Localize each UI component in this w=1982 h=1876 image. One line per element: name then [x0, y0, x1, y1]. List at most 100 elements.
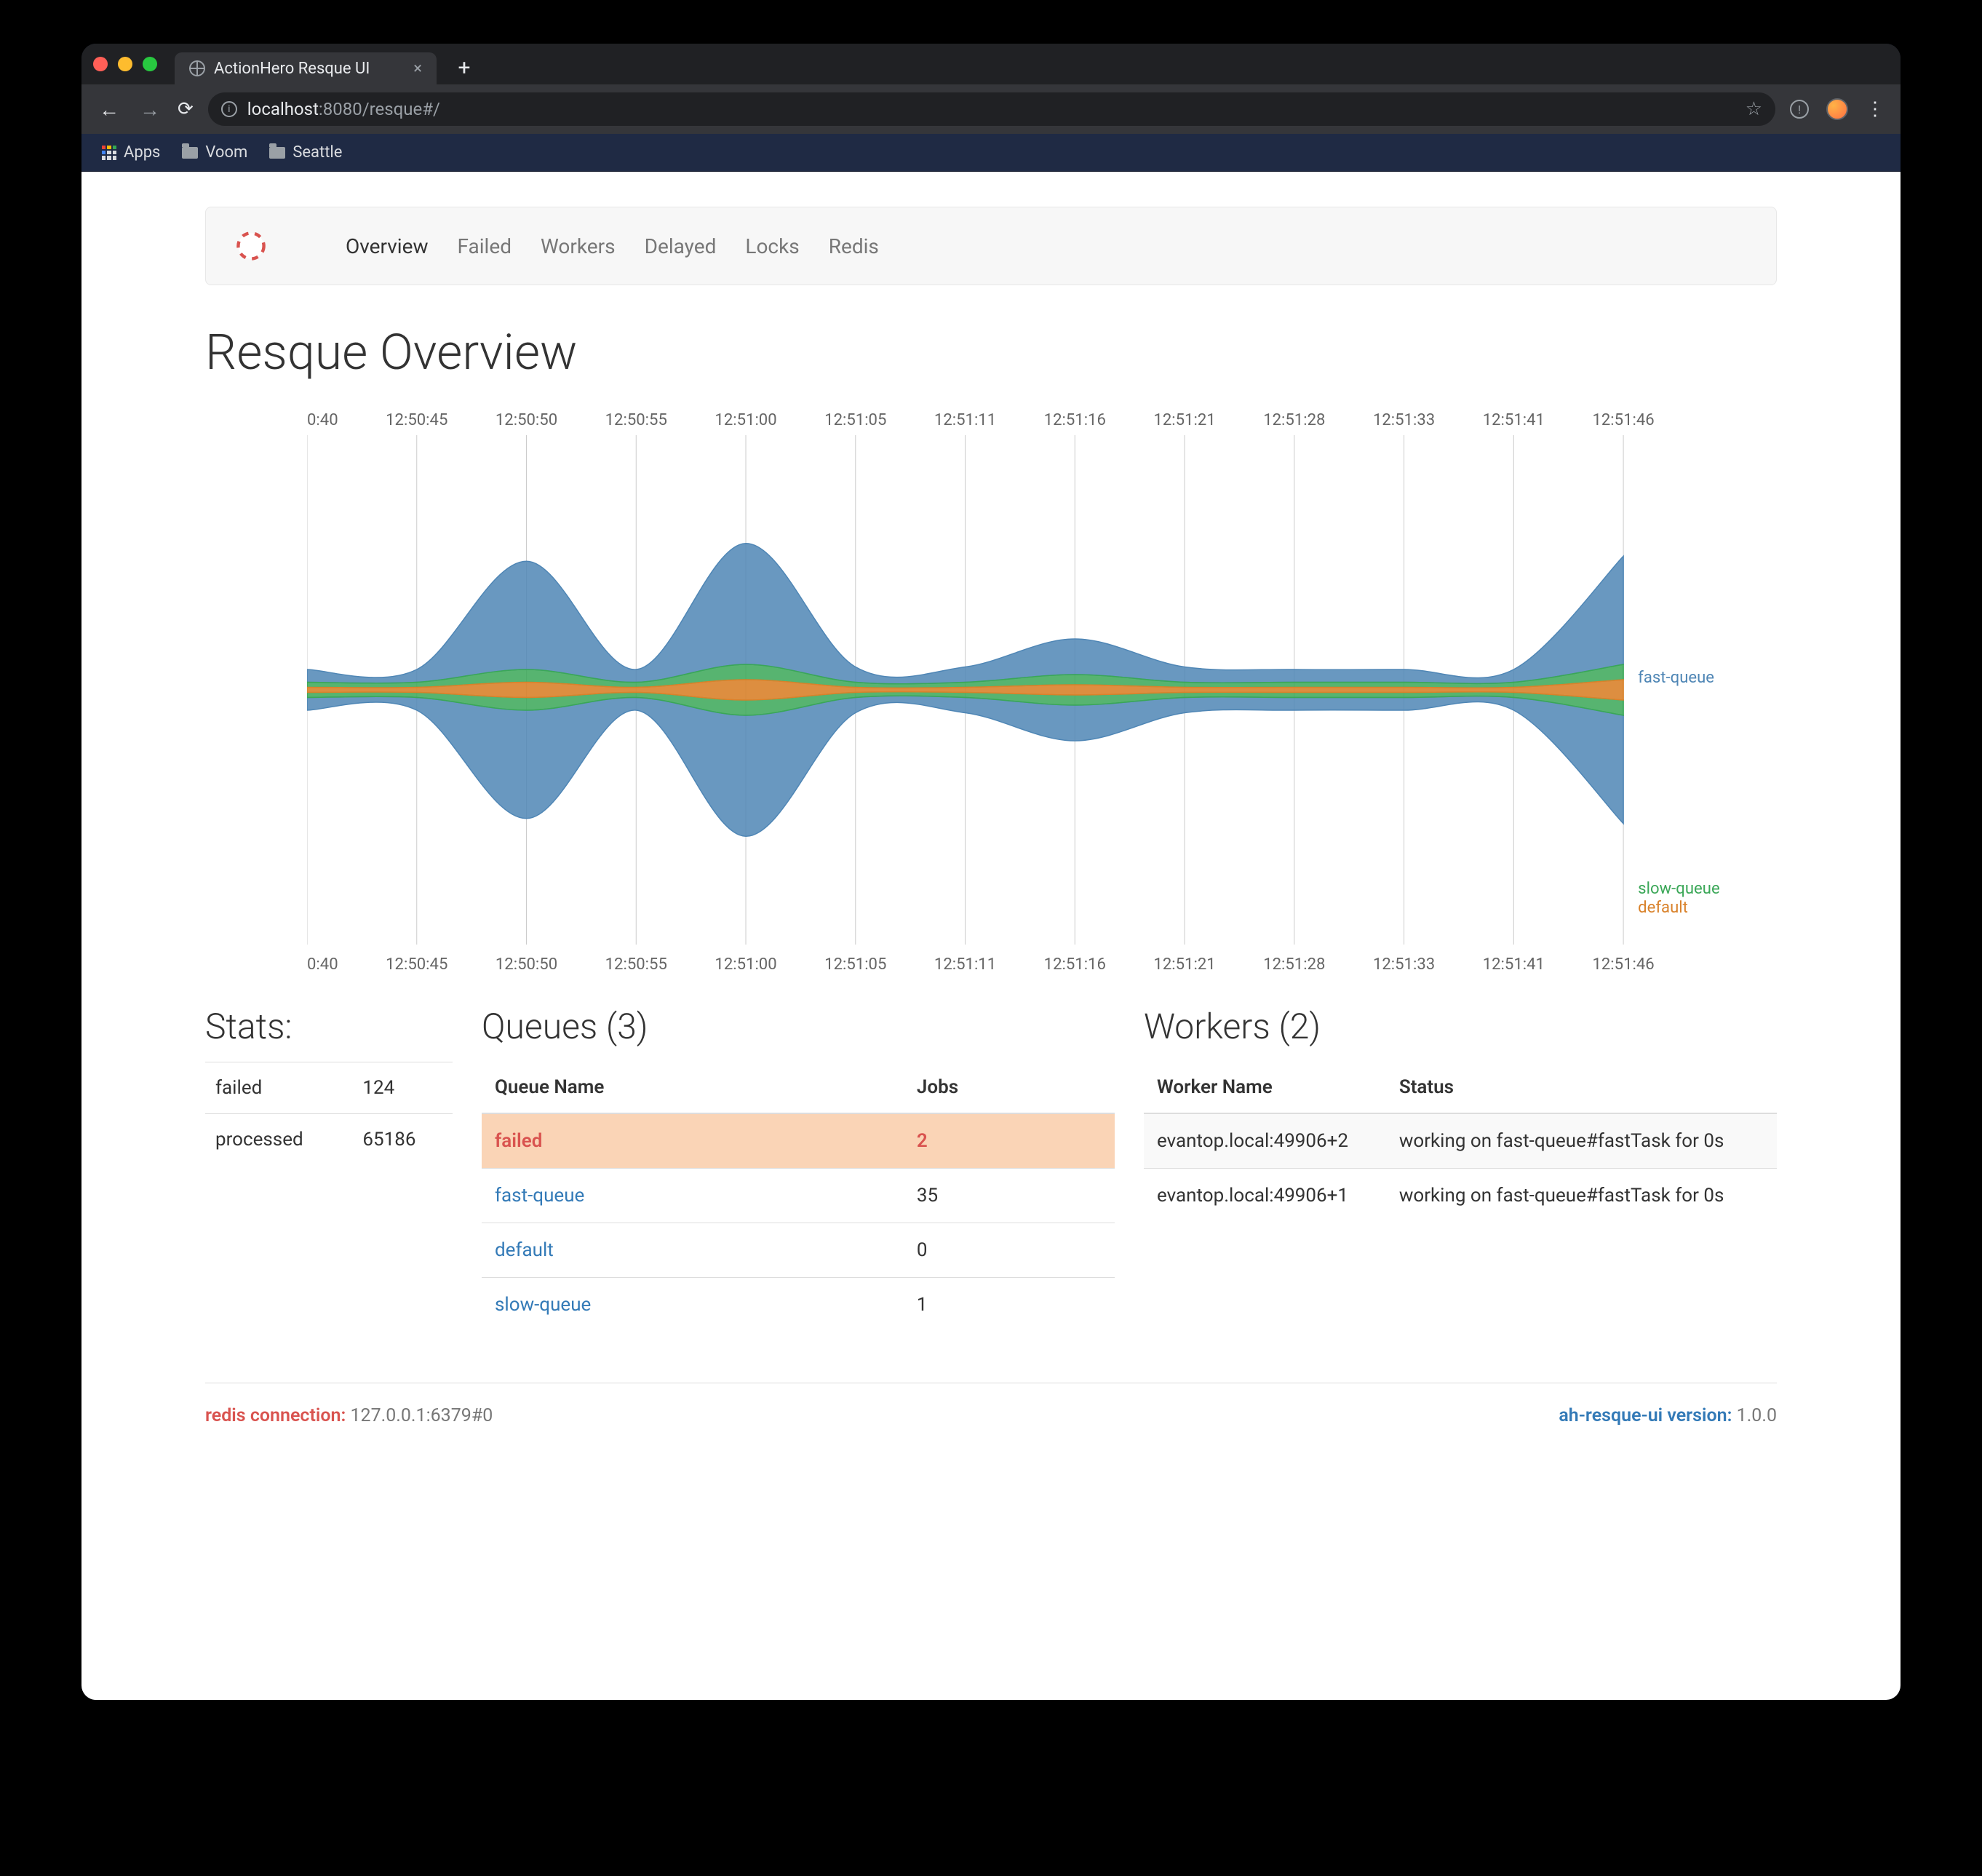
- svg-text:12:51:21: 12:51:21: [1153, 955, 1215, 974]
- browser-window: ActionHero Resque UI × + ← → ⟳ i localho…: [81, 44, 1901, 1700]
- folder-icon: [182, 147, 198, 159]
- worker-status: working on fast-queue#fastTask for 0s: [1386, 1169, 1777, 1223]
- svg-text:12:51:00: 12:51:00: [715, 955, 776, 974]
- queue-name[interactable]: default: [482, 1223, 904, 1278]
- svg-text:default: default: [1638, 899, 1688, 917]
- bookmark-star-icon[interactable]: ☆: [1746, 98, 1762, 120]
- workers-th-name: Worker Name: [1144, 1062, 1386, 1113]
- bookmark-label: Apps: [124, 143, 160, 162]
- page-title: Resque Overview: [205, 323, 1777, 381]
- queues-th-jobs: Jobs: [904, 1062, 1115, 1113]
- tab-title: ActionHero Resque UI: [214, 60, 370, 78]
- workers-title: Workers (2): [1144, 1006, 1777, 1047]
- svg-text:12:51:28: 12:51:28: [1263, 955, 1325, 974]
- queue-name[interactable]: fast-queue: [482, 1169, 904, 1223]
- queues-panel: Queues (3) Queue Name Jobs failed2 fast-q…: [482, 1006, 1115, 1332]
- nav-workers[interactable]: Workers: [541, 234, 616, 258]
- svg-text:12:50:45: 12:50:45: [386, 411, 447, 429]
- queue-link[interactable]: fast-queue: [495, 1185, 584, 1207]
- workers-th-status: Status: [1386, 1062, 1777, 1113]
- worker-name: evantop.local:49906+2: [1144, 1113, 1386, 1169]
- folder-icon: [269, 147, 285, 159]
- address-bar[interactable]: i localhost:8080/resque#/ ☆: [208, 92, 1775, 126]
- back-button[interactable]: ←: [96, 98, 122, 122]
- menu-icon[interactable]: ⋮: [1866, 98, 1886, 120]
- new-tab-button[interactable]: +: [451, 55, 477, 81]
- worker-row: evantop.local:49906+1working on fast-que…: [1144, 1169, 1777, 1223]
- queue-name[interactable]: slow-queue: [482, 1278, 904, 1332]
- stats-row: failed124: [205, 1062, 453, 1114]
- queue-jobs: 1: [904, 1278, 1115, 1332]
- version-label: ah-resque-ui version:: [1559, 1405, 1732, 1426]
- toolbar-tail: ! ⋮: [1790, 98, 1886, 120]
- queue-chart: 12:50:4012:50:4012:50:4512:50:4512:50:50…: [205, 399, 1777, 984]
- nav-failed[interactable]: Failed: [458, 234, 512, 258]
- stats-panel: Stats: failed124processed65186: [205, 1006, 453, 1332]
- nav-overview[interactable]: Overview: [346, 234, 429, 258]
- stats-row: processed65186: [205, 1114, 453, 1166]
- svg-text:12:50:40: 12:50:40: [307, 955, 338, 974]
- forward-button[interactable]: →: [137, 98, 163, 122]
- queue-jobs: 2: [904, 1113, 1115, 1169]
- svg-text:12:51:41: 12:51:41: [1483, 955, 1545, 974]
- queues-title: Queues (3): [482, 1006, 1115, 1047]
- stats-table: failed124processed65186: [205, 1062, 453, 1165]
- globe-icon: [189, 60, 205, 76]
- redis-connection-value: 127.0.0.1:6379#0: [351, 1405, 493, 1426]
- apps-icon: [102, 146, 116, 160]
- worker-name: evantop.local:49906+1: [1144, 1169, 1386, 1223]
- minimize-window-icon[interactable]: [118, 57, 132, 71]
- brand-icon: [235, 230, 267, 262]
- svg-text:12:50:45: 12:50:45: [386, 955, 447, 974]
- bookmark-seattle[interactable]: Seattle: [269, 143, 342, 162]
- svg-text:12:51:33: 12:51:33: [1373, 411, 1435, 429]
- svg-text:fast-queue: fast-queue: [1638, 669, 1714, 687]
- stats-value: 124: [352, 1062, 453, 1114]
- apps-shortcut[interactable]: Apps: [102, 143, 160, 162]
- svg-text:12:51:11: 12:51:11: [934, 955, 996, 974]
- titlebar: ActionHero Resque UI × +: [81, 44, 1901, 84]
- queue-jobs: 0: [904, 1223, 1115, 1278]
- workers-panel: Workers (2) Worker Name Status evantop.l…: [1144, 1006, 1777, 1332]
- workers-table: Worker Name Status evantop.local:49906+2…: [1144, 1062, 1777, 1223]
- bookmark-voom[interactable]: Voom: [182, 143, 247, 162]
- url-host: localhost: [247, 99, 319, 119]
- maximize-window-icon[interactable]: [143, 57, 157, 71]
- nav-delayed[interactable]: Delayed: [645, 234, 717, 258]
- svg-text:12:50:50: 12:50:50: [496, 411, 557, 429]
- close-tab-icon[interactable]: ×: [413, 60, 422, 78]
- svg-text:12:51:00: 12:51:00: [715, 411, 776, 429]
- svg-text:12:51:05: 12:51:05: [824, 955, 886, 974]
- url-path: :8080/resque#/: [319, 99, 440, 119]
- stats-value: 65186: [352, 1114, 453, 1166]
- footer: redis connection: 127.0.0.1:6379#0 ah-re…: [205, 1383, 1777, 1426]
- svg-text:12:50:50: 12:50:50: [496, 955, 557, 974]
- svg-text:12:51:11: 12:51:11: [934, 411, 996, 429]
- svg-text:12:51:46: 12:51:46: [1592, 411, 1654, 429]
- app-navbar: Overview Failed Workers Delayed Locks Redis: [205, 207, 1777, 285]
- svg-text:12:50:55: 12:50:55: [605, 955, 667, 974]
- nav-redis[interactable]: Redis: [829, 234, 879, 258]
- svg-text:slow-queue: slow-queue: [1638, 880, 1719, 898]
- svg-text:12:51:05: 12:51:05: [824, 411, 886, 429]
- nav-locks[interactable]: Locks: [745, 234, 799, 258]
- queue-name[interactable]: failed: [482, 1113, 904, 1169]
- queue-row: slow-queue 1: [482, 1278, 1115, 1332]
- profile-avatar[interactable]: [1826, 98, 1848, 120]
- browser-tab[interactable]: ActionHero Resque UI ×: [175, 52, 437, 84]
- queue-jobs: 35: [904, 1169, 1115, 1223]
- svg-text:12:51:41: 12:51:41: [1483, 411, 1545, 429]
- site-info-icon[interactable]: i: [221, 101, 237, 117]
- svg-text:12:51:21: 12:51:21: [1153, 411, 1215, 429]
- queue-row: failed2: [482, 1113, 1115, 1169]
- svg-text:12:51:33: 12:51:33: [1373, 955, 1435, 974]
- queue-link[interactable]: slow-queue: [495, 1294, 591, 1316]
- stats-label: failed: [205, 1062, 352, 1114]
- alert-icon[interactable]: !: [1790, 100, 1809, 119]
- close-window-icon[interactable]: [93, 57, 108, 71]
- reload-button[interactable]: ⟳: [178, 98, 194, 120]
- bookmarks-bar: Apps Voom Seattle: [81, 134, 1901, 172]
- queues-th-name: Queue Name: [482, 1062, 904, 1113]
- queue-link[interactable]: default: [495, 1239, 554, 1261]
- queue-row: default 0: [482, 1223, 1115, 1278]
